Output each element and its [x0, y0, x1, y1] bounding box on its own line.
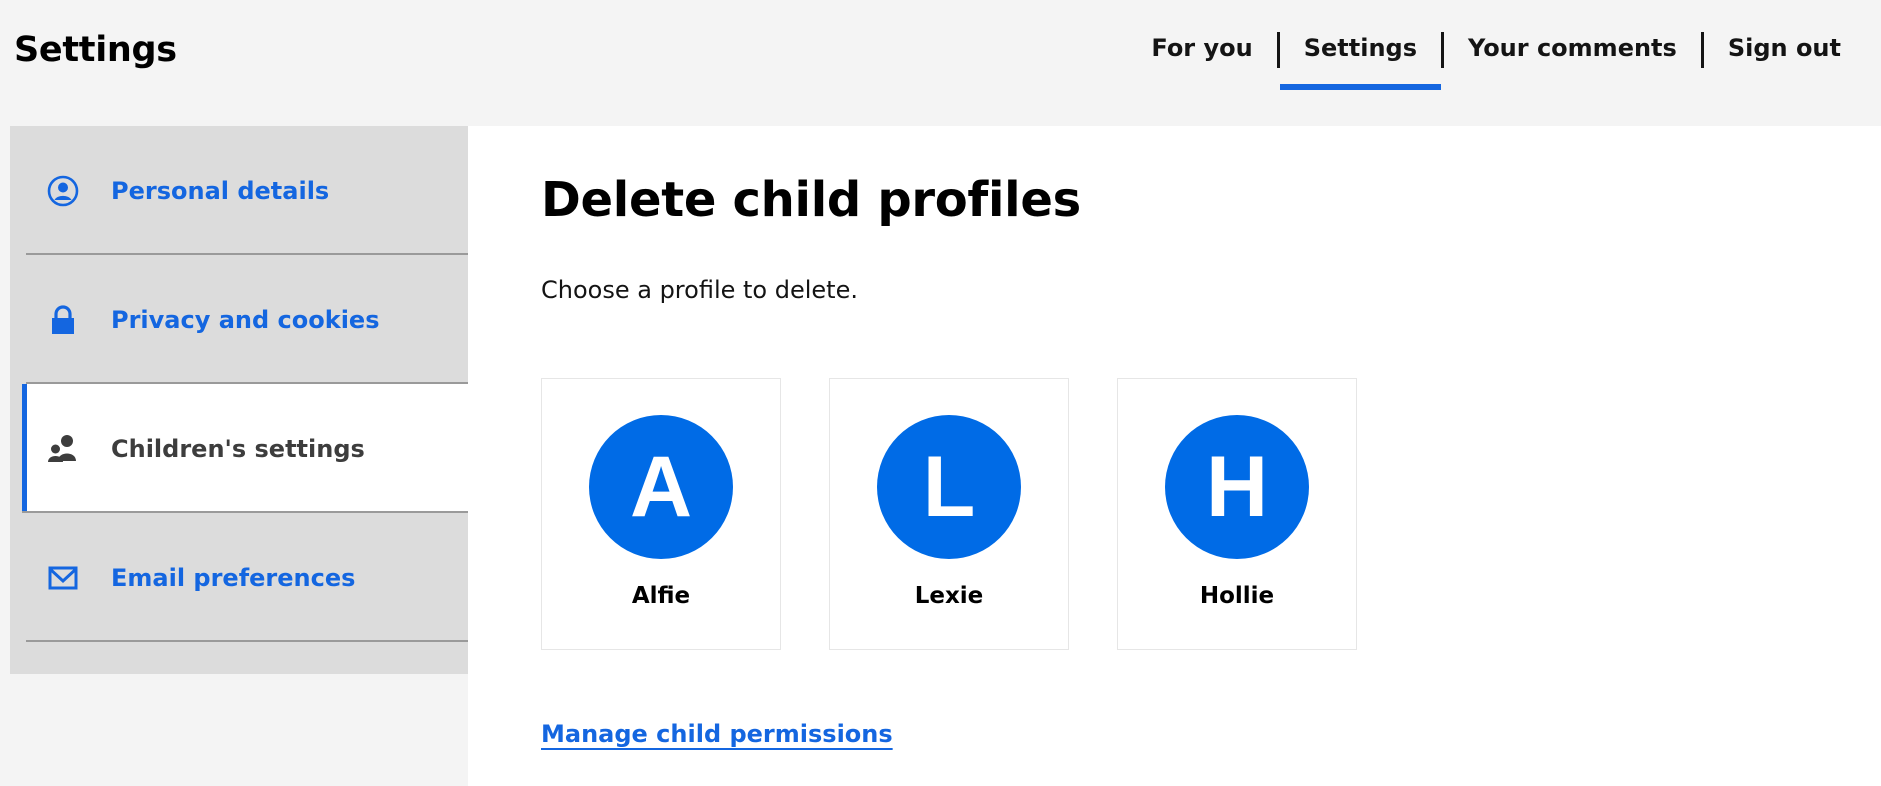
- nav-settings[interactable]: Settings: [1279, 28, 1442, 90]
- page-title: Settings: [14, 30, 177, 70]
- sidebar-item-personal-details[interactable]: Personal details: [10, 126, 468, 255]
- intro-text: Choose a profile to delete.: [541, 276, 858, 304]
- nav-your-comments[interactable]: Your comments: [1444, 28, 1701, 90]
- sidebar-item-label: Children's settings: [111, 434, 365, 463]
- manage-child-permissions-link[interactable]: Manage child permissions: [541, 720, 893, 748]
- sidebar-item-label: Privacy and cookies: [111, 305, 380, 334]
- avatar: H: [1165, 415, 1309, 559]
- sidebar-item-label: Email preferences: [111, 563, 356, 592]
- sidebar-item-email-preferences[interactable]: Email preferences: [10, 513, 468, 642]
- profile-card-alfie[interactable]: A Alfie: [541, 378, 781, 650]
- main-panel: Delete child profiles Choose a profile t…: [468, 126, 1881, 786]
- sidebar: Personal details Privacy and cookies Chi…: [10, 126, 468, 674]
- profile-name: Lexie: [914, 583, 984, 609]
- nav-sign-out[interactable]: Sign out: [1704, 28, 1881, 90]
- profile-card-hollie[interactable]: H Hollie: [1117, 378, 1357, 650]
- sidebar-item-privacy-and-cookies[interactable]: Privacy and cookies: [10, 255, 468, 384]
- envelope-icon: [47, 562, 79, 594]
- profile-list: A Alfie L Lexie H Hollie: [541, 378, 1405, 650]
- children-icon: [47, 433, 79, 465]
- profile-name: Hollie: [1199, 583, 1275, 609]
- user-circle-icon: [47, 175, 79, 207]
- nav-for-you[interactable]: For you: [1127, 28, 1276, 90]
- avatar: L: [877, 415, 1021, 559]
- profile-name: Alfie: [631, 583, 691, 609]
- section-heading: Delete child profiles: [541, 172, 1081, 228]
- lock-icon: [47, 304, 79, 336]
- sidebar-item-label: Personal details: [111, 176, 330, 205]
- header: Settings For you Settings Your comments …: [0, 0, 1881, 126]
- sidebar-item-childrens-settings[interactable]: Children's settings: [22, 384, 468, 513]
- profile-card-lexie[interactable]: L Lexie: [829, 378, 1069, 650]
- top-nav: For you Settings Your comments Sign out: [1127, 28, 1881, 90]
- avatar: A: [589, 415, 733, 559]
